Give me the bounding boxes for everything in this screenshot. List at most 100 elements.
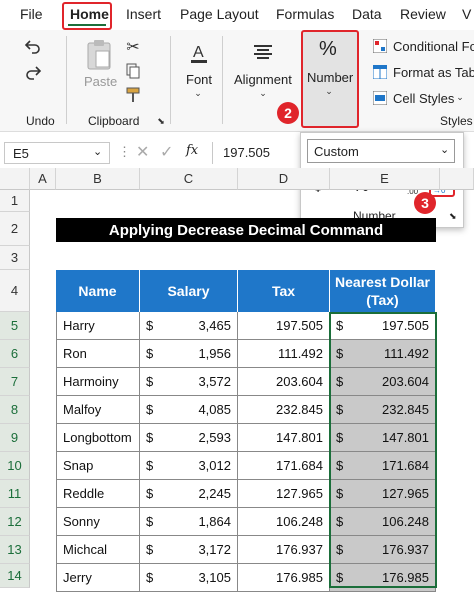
separator [222, 36, 223, 124]
cell-salary[interactable]: $3,465 [140, 312, 238, 340]
row-header[interactable]: 11 [0, 480, 30, 508]
font-icon[interactable]: A [188, 40, 210, 66]
cell-tax[interactable]: 127.965 [238, 480, 330, 508]
cell-salary[interactable]: $2,593 [140, 424, 238, 452]
percent-icon: % [319, 38, 337, 60]
name-box[interactable]: E5 ⌄ [4, 142, 110, 164]
chevron-down-icon: ⌄ [259, 87, 267, 98]
title-banner: Applying Decrease Decimal Command [56, 218, 436, 242]
row-header[interactable]: 6 [0, 340, 30, 368]
paste-label[interactable]: Paste [84, 74, 117, 89]
row-header[interactable]: 10 [0, 452, 30, 480]
currency-symbol: $ [146, 486, 154, 501]
cell-tax[interactable]: 203.604 [238, 368, 330, 396]
alignment-icon[interactable] [252, 42, 274, 62]
row-header[interactable]: 5 [0, 312, 30, 340]
conditional-formatting-icon[interactable] [372, 38, 388, 54]
menu-page-layout[interactable]: Page Layout [180, 6, 259, 22]
column-header-f[interactable] [440, 168, 474, 190]
row-header[interactable]: 2 [0, 212, 30, 246]
clipboard-group-label: Clipboard [88, 114, 140, 128]
alignment-label[interactable]: Alignment [234, 72, 292, 87]
column-header-e[interactable]: E [330, 168, 440, 190]
cell-name[interactable]: Snap [56, 452, 140, 480]
select-all-corner[interactable] [0, 168, 30, 190]
row-header[interactable]: 4 [0, 270, 30, 312]
cell-salary[interactable]: $3,012 [140, 452, 238, 480]
cell-name[interactable]: Sonny [56, 508, 140, 536]
chevron-down-icon: ⌄ [194, 87, 202, 98]
cell-name[interactable]: Harry [56, 312, 140, 340]
dialog-launcher-icon[interactable]: ⬊ [449, 211, 457, 222]
column-header-d[interactable]: D [238, 168, 330, 190]
font-label[interactable]: Font [186, 72, 212, 87]
salary-value: 1,864 [198, 514, 231, 529]
cell-tax[interactable]: 171.684 [238, 452, 330, 480]
menu-insert[interactable]: Insert [126, 6, 161, 22]
cut-icon[interactable]: ✂ [124, 38, 142, 56]
paste-icon[interactable] [84, 38, 114, 72]
redo-icon[interactable] [22, 62, 44, 82]
cell-salary[interactable]: $2,245 [140, 480, 238, 508]
cell-salary[interactable]: $1,956 [140, 340, 238, 368]
header-tax: Tax [238, 270, 330, 312]
row-header[interactable]: 8 [0, 396, 30, 424]
undo-icon[interactable] [22, 36, 44, 56]
row-header[interactable]: 12 [0, 508, 30, 536]
salary-value: 3,172 [198, 542, 231, 557]
cell-salary[interactable]: $1,864 [140, 508, 238, 536]
format-as-table-icon[interactable] [372, 64, 388, 80]
header-nearest-dollar: Nearest Dollar (Tax) [330, 270, 436, 312]
cell-tax[interactable]: 106.248 [238, 508, 330, 536]
title-text: Applying Decrease Decimal Command [108, 221, 384, 239]
cell-tax[interactable]: 197.505 [238, 312, 330, 340]
format-painter-icon[interactable] [124, 86, 142, 104]
ribbon: Undo Paste ✂ Clipboard ⬊ A Font ⌄ Alignm… [0, 30, 474, 132]
dialog-launcher-icon[interactable]: ⬊ [156, 116, 166, 126]
cell-name[interactable]: Longbottom [56, 424, 140, 452]
row-header[interactable]: 14 [0, 564, 30, 588]
cancel-icon[interactable]: ✕ [136, 142, 149, 162]
row-header[interactable]: 1 [0, 190, 30, 212]
fx-icon[interactable]: fx [186, 143, 198, 158]
chevron-down-icon: ⌄ [440, 144, 450, 156]
formula-input[interactable]: 197.505 [212, 142, 302, 164]
cell-salary[interactable]: $3,572 [140, 368, 238, 396]
format-as-table-label[interactable]: Format as Table [393, 65, 474, 80]
menu-view[interactable]: V [462, 6, 471, 22]
step-2-badge: 2 [277, 102, 299, 124]
currency-symbol: $ [146, 570, 154, 585]
row-header[interactable]: 13 [0, 536, 30, 564]
cell-tax[interactable]: 176.937 [238, 536, 330, 564]
cell-tax[interactable]: 147.801 [238, 424, 330, 452]
number-format-dropdown[interactable]: Custom ⌄ [307, 139, 455, 163]
column-header-a[interactable]: A [30, 168, 56, 190]
cell-salary[interactable]: $4,085 [140, 396, 238, 424]
cell-tax[interactable]: 232.845 [238, 396, 330, 424]
cell-styles-label[interactable]: Cell Styles [393, 91, 454, 106]
row-header[interactable]: 7 [0, 368, 30, 396]
cell-name[interactable]: Ron [56, 340, 140, 368]
copy-icon[interactable] [124, 62, 142, 80]
styles-group-label: Styles [440, 114, 473, 128]
column-header-c[interactable]: C [140, 168, 238, 190]
cell-name[interactable]: Michcal [56, 536, 140, 564]
undo-group-label: Undo [26, 114, 55, 128]
menu-data[interactable]: Data [352, 6, 382, 22]
row-header[interactable]: 9 [0, 424, 30, 452]
column-header-b[interactable]: B [56, 168, 140, 190]
enter-icon[interactable]: ✓ [160, 142, 173, 162]
menu-review[interactable]: Review [400, 6, 446, 22]
cell-styles-icon[interactable] [372, 90, 388, 106]
menu-file[interactable]: File [20, 6, 43, 22]
cell-name[interactable]: Malfoy [56, 396, 140, 424]
cell-name[interactable]: Reddle [56, 480, 140, 508]
cell-name[interactable]: Harmoiny [56, 368, 140, 396]
conditional-formatting-label[interactable]: Conditional Fo [393, 39, 474, 54]
row-header[interactable]: 3 [0, 246, 30, 270]
cell-tax[interactable]: 111.492 [238, 340, 330, 368]
menu-formulas[interactable]: Formulas [276, 6, 334, 22]
home-underline [68, 24, 106, 26]
cell-salary[interactable]: $3,172 [140, 536, 238, 564]
currency-symbol: $ [146, 374, 154, 389]
